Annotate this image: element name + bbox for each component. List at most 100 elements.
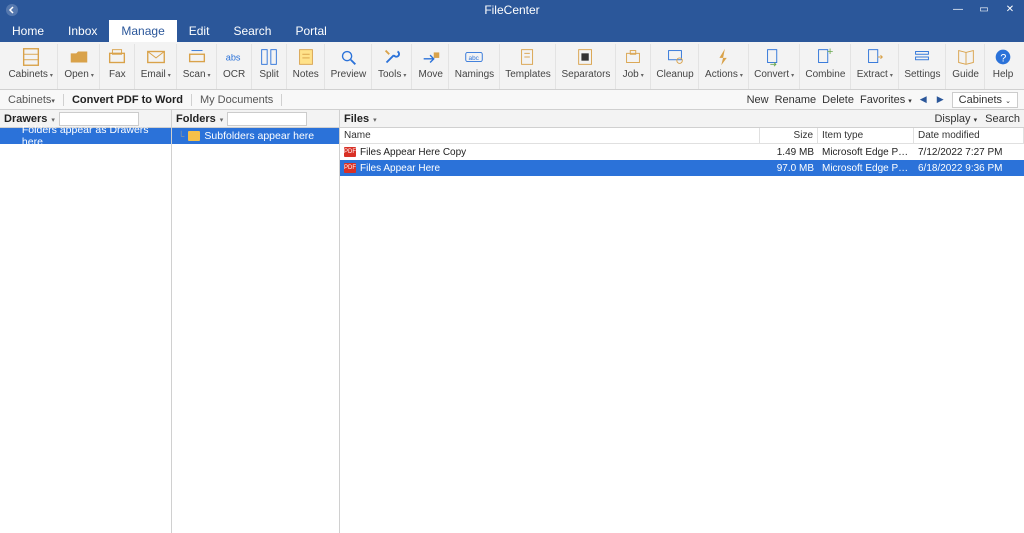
nav-next-icon[interactable]: ▶	[935, 94, 946, 105]
ribbon-move-button[interactable]: Move	[413, 44, 449, 89]
ribbon-label: Cabinets	[8, 69, 47, 80]
ribbon-label: Split	[259, 69, 278, 80]
menu-tab-inbox[interactable]: Inbox	[56, 20, 109, 42]
ribbon-job-button[interactable]: Job	[617, 44, 651, 89]
files-header: Files	[344, 113, 369, 125]
chevron-down-icon	[168, 69, 171, 80]
subtab-convert-pdf-to-word[interactable]: Convert PDF to Word	[64, 94, 192, 106]
maximize-button[interactable]: ▭	[972, 0, 996, 18]
nav-prev-icon[interactable]: ◀	[918, 94, 929, 105]
notes-icon	[295, 46, 317, 68]
col-size[interactable]: Size	[760, 128, 818, 143]
folder-icon	[188, 131, 200, 141]
ribbon-email-button[interactable]: Email	[136, 44, 177, 89]
ribbon-tools-button[interactable]: Tools	[373, 44, 412, 89]
combine-icon: +	[814, 46, 836, 68]
svg-text:abs: abs	[226, 53, 241, 63]
ribbon-preview-button[interactable]: Preview	[326, 44, 372, 89]
file-size: 97.0 MB	[760, 163, 818, 174]
folder-item-label: Subfolders appear here	[204, 130, 314, 142]
file-row[interactable]: PDFFiles Appear Here97.0 MBMicrosoft Edg…	[340, 160, 1024, 176]
ribbon-guide-button[interactable]: Guide	[947, 44, 985, 89]
ribbon-combine-button[interactable]: +Combine	[801, 44, 851, 89]
file-date: 6/18/2022 9:36 PM	[914, 163, 1024, 174]
chevron-down-icon	[50, 69, 53, 80]
help-icon: ?	[992, 46, 1014, 68]
separators-icon	[575, 46, 597, 68]
folder-item[interactable]: └ Subfolders appear here	[172, 128, 339, 144]
ribbon-label: Email	[141, 69, 166, 80]
cabinet-icon	[6, 131, 18, 141]
new-button[interactable]: New	[747, 94, 769, 106]
close-button[interactable]: ✕	[998, 0, 1022, 18]
pdf-icon: PDF	[344, 147, 356, 157]
svg-text:abc: abc	[469, 55, 480, 62]
favorites-dropdown[interactable]: Favorites ▾	[860, 94, 912, 106]
ribbon-cleanup-button[interactable]: Cleanup	[652, 44, 700, 89]
ribbon-toolbar: Cabinets OpenFax Email Scan absOCR Split Notes…	[0, 42, 1024, 90]
ribbon-label: Preview	[331, 69, 367, 80]
menu-bar: HomeInboxManageEditSearchPortal	[0, 20, 1024, 42]
file-name: Files Appear Here Copy	[360, 147, 466, 158]
split-icon	[258, 46, 280, 68]
ribbon-cabinets-button[interactable]: Cabinets	[4, 44, 58, 89]
col-type[interactable]: Item type	[818, 128, 914, 143]
search-link[interactable]: Search	[985, 113, 1020, 125]
minimize-button[interactable]: —	[946, 0, 970, 18]
main-columns: Drawers Folders appear as Drawers here F…	[0, 110, 1024, 533]
ribbon-label: Notes	[293, 69, 319, 80]
drawer-item[interactable]: Folders appear as Drawers here	[0, 128, 171, 144]
menu-tab-search[interactable]: Search	[221, 20, 283, 42]
back-button[interactable]	[4, 2, 20, 18]
ribbon-label: Cleanup	[656, 69, 693, 80]
templates-icon	[517, 46, 539, 68]
file-type: Microsoft Edge PD...	[818, 147, 914, 158]
ribbon-label: Extract	[857, 69, 888, 80]
chevron-down-icon	[791, 69, 794, 80]
file-name: Files Appear Here	[360, 163, 440, 174]
subtab-cabinets[interactable]: Cabinets	[0, 94, 64, 106]
ribbon-templates-button[interactable]: Templates	[501, 44, 556, 89]
file-row[interactable]: PDFFiles Appear Here Copy1.49 MBMicrosof…	[340, 144, 1024, 160]
folders-filter-input[interactable]	[227, 112, 307, 126]
move-icon	[420, 46, 442, 68]
file-date: 7/12/2022 7:27 PM	[914, 147, 1024, 158]
col-name[interactable]: Name	[340, 128, 760, 143]
cabinets-dropdown[interactable]: Cabinets ⌄	[952, 92, 1018, 108]
ribbon-fax-button[interactable]: Fax	[101, 44, 135, 89]
ribbon-namings-button[interactable]: abcNamings	[450, 44, 500, 89]
menu-tab-portal[interactable]: Portal	[283, 20, 338, 42]
drawer-item-label: Folders appear as Drawers here	[22, 124, 171, 148]
display-dropdown[interactable]: Display ▾	[934, 113, 977, 125]
menu-tab-edit[interactable]: Edit	[177, 20, 222, 42]
menu-tab-manage[interactable]: Manage	[109, 20, 176, 42]
files-menu-icon[interactable]	[373, 113, 377, 125]
delete-button[interactable]: Delete	[822, 94, 854, 106]
namings-icon: abc	[463, 46, 485, 68]
drawers-menu-icon[interactable]	[51, 113, 55, 125]
ribbon-scan-button[interactable]: Scan	[178, 44, 217, 89]
ribbon-label: Help	[993, 69, 1014, 80]
subtab-my-documents[interactable]: My Documents	[192, 94, 282, 106]
ribbon-open-button[interactable]: Open	[59, 44, 99, 89]
ribbon-actions-button[interactable]: Actions	[700, 44, 748, 89]
ribbon-notes-button[interactable]: Notes	[288, 44, 325, 89]
preview-icon	[337, 46, 359, 68]
ribbon-separators-button[interactable]: Separators	[557, 44, 616, 89]
ribbon-extract-button[interactable]: Extract	[852, 44, 899, 89]
pdf-icon: PDF	[344, 163, 356, 173]
tree-branch-icon: └	[178, 131, 184, 141]
settings-icon	[911, 46, 933, 68]
ribbon-ocr-button[interactable]: absOCR	[218, 44, 252, 89]
svg-text:+: +	[827, 46, 833, 58]
folders-menu-icon[interactable]	[220, 113, 224, 125]
ribbon-convert-button[interactable]: Convert	[750, 44, 800, 89]
rename-button[interactable]: Rename	[775, 94, 817, 106]
ribbon-help-button[interactable]: ?Help	[986, 44, 1020, 89]
ribbon-settings-button[interactable]: Settings	[900, 44, 947, 89]
menu-tab-home[interactable]: Home	[0, 20, 56, 42]
col-date[interactable]: Date modified	[914, 128, 1024, 143]
cabinets-icon	[20, 46, 42, 68]
ribbon-split-button[interactable]: Split	[253, 44, 287, 89]
ribbon-label: Scan	[183, 69, 206, 80]
